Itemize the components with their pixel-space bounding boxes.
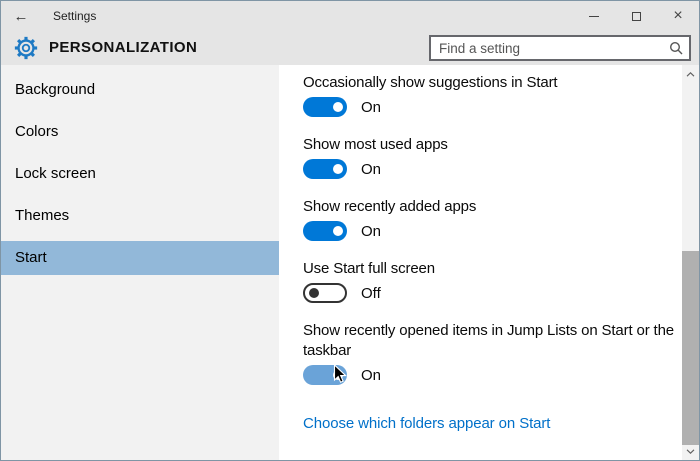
toggle-state-label: Off	[361, 284, 381, 302]
settings-window: ← Settings × PERSONALIZATION Find a sett…	[0, 0, 700, 461]
toggle-full-screen[interactable]	[303, 283, 347, 303]
sidebar: Background Colors Lock screen Themes Sta…	[1, 65, 279, 460]
search-input[interactable]	[431, 40, 669, 56]
close-icon: ×	[673, 7, 683, 24]
minimize-icon	[589, 15, 599, 17]
scrollbar-up-button[interactable]	[682, 67, 699, 81]
toggle-state-label: On	[361, 222, 382, 240]
scrollbar-thumb[interactable]	[682, 251, 699, 445]
maximize-icon	[631, 11, 641, 21]
setting-label: Show recently opened items in Jump Lists…	[303, 322, 674, 359]
choose-folders-link[interactable]: Choose which folders appear on Start	[303, 415, 550, 432]
setting-suggestions: Occasionally show suggestions in Start O…	[303, 73, 682, 117]
minimize-button[interactable]	[573, 1, 615, 31]
toggle-knob	[333, 164, 343, 174]
maximize-button[interactable]	[615, 1, 657, 31]
toggle-knob	[333, 370, 343, 380]
toggle-suggestions[interactable]	[303, 97, 347, 117]
sidebar-item-lock-screen[interactable]: Lock screen	[1, 157, 279, 191]
setting-label: Occasionally show suggestions in Start	[303, 74, 558, 91]
window-top-region: ← Settings × PERSONALIZATION Find a sett…	[1, 1, 699, 65]
search-box	[429, 35, 691, 61]
setting-label: Show most used apps	[303, 136, 448, 153]
window-controls: ×	[573, 1, 699, 31]
toggle-state-label: On	[361, 366, 382, 384]
toggle-recently-added-apps[interactable]	[303, 221, 347, 241]
toggle-state-label: On	[361, 98, 382, 116]
search-icon[interactable]	[669, 41, 683, 55]
gear-icon	[14, 36, 38, 60]
scrollbar[interactable]	[682, 65, 699, 460]
setting-full-screen: Use Start full screen Off	[303, 259, 682, 303]
scrollbar-down-button[interactable]	[682, 444, 699, 458]
setting-recently-added-apps: Show recently added apps On	[303, 197, 682, 241]
setting-label: Show recently added apps	[303, 198, 477, 215]
toggle-state-label: On	[361, 160, 382, 178]
toggle-most-used-apps[interactable]	[303, 159, 347, 179]
setting-jump-lists: Show recently opened items in Jump Lists…	[303, 321, 682, 385]
setting-label: Use Start full screen	[303, 260, 435, 277]
toggle-knob	[309, 288, 319, 298]
chevron-down-icon	[686, 448, 695, 454]
setting-most-used-apps: Show most used apps On	[303, 135, 682, 179]
toggle-knob	[333, 226, 343, 236]
sidebar-item-background[interactable]: Background	[1, 73, 279, 107]
sidebar-item-themes[interactable]: Themes	[1, 199, 279, 233]
sidebar-item-colors[interactable]: Colors	[1, 115, 279, 149]
toggle-knob	[333, 102, 343, 112]
sidebar-item-start[interactable]: Start	[1, 241, 279, 275]
window-body: Background Colors Lock screen Themes Sta…	[1, 65, 699, 460]
chevron-up-icon	[686, 71, 695, 77]
page-header: PERSONALIZATION	[1, 31, 699, 65]
titlebar: ← Settings ×	[1, 1, 699, 31]
close-button[interactable]: ×	[657, 1, 699, 31]
settings-content: Occasionally show suggestions in Start O…	[279, 65, 682, 460]
back-arrow-icon[interactable]: ←	[1, 8, 41, 25]
page-title: PERSONALIZATION	[49, 39, 198, 56]
toggle-jump-lists[interactable]	[303, 365, 347, 385]
window-title: Settings	[53, 9, 97, 23]
